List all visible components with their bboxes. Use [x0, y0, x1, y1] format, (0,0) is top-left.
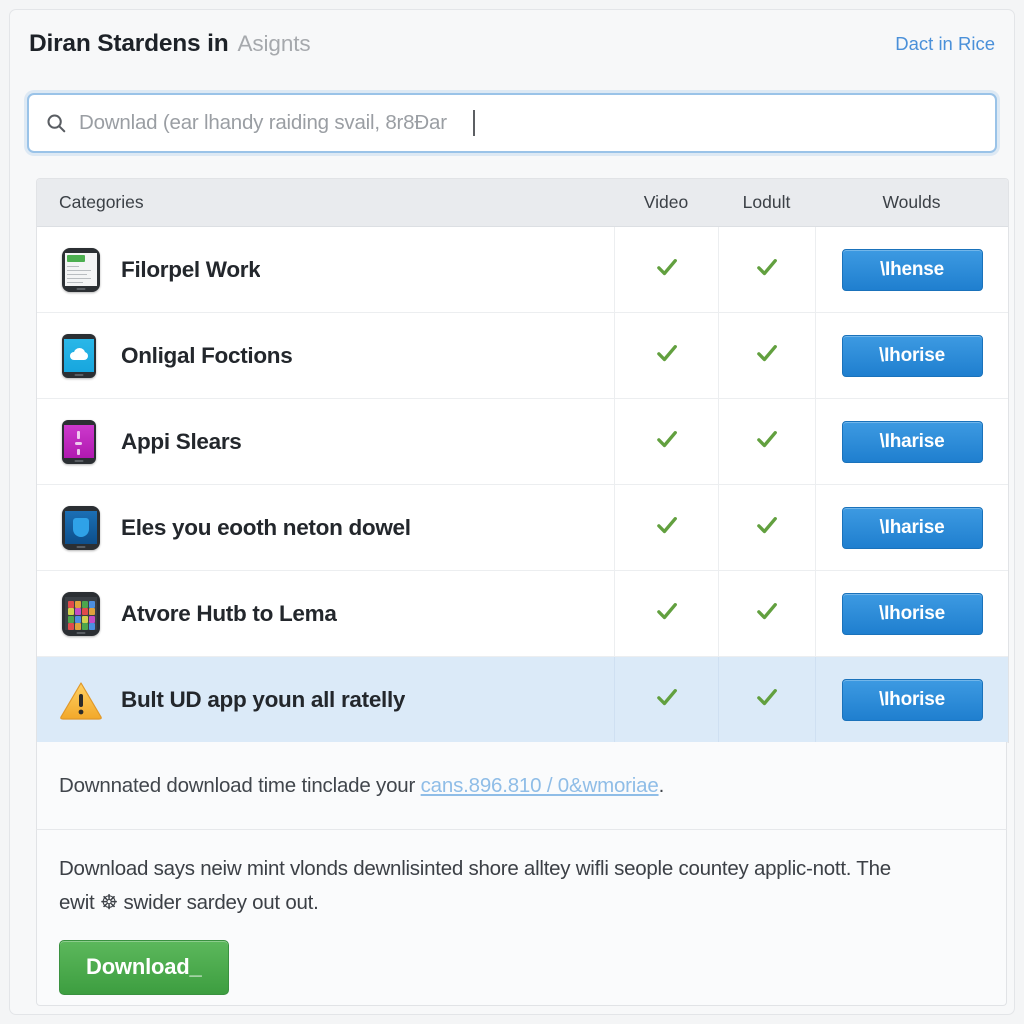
check-icon: [754, 512, 780, 543]
row-action-button[interactable]: \Ihorise: [841, 678, 983, 721]
row-icon-wrap: [59, 591, 100, 636]
page-title-sub: Asignts: [237, 31, 311, 56]
page-root: Diran Stardens in Asignts Dact in Rice D…: [0, 0, 1024, 1024]
check-icon: [654, 684, 680, 715]
row-video-cell: [614, 399, 718, 484]
column-header-video: Video: [643, 192, 689, 212]
check-icon: [754, 684, 780, 715]
row-lodult-cell: [718, 313, 815, 398]
search-row: Downlad (ear lhandy raiding svail, 8r8Ða…: [27, 93, 997, 153]
row-video-cell: [614, 571, 718, 656]
page-title: Diran Stardens in Asignts: [29, 30, 311, 58]
row-action-button[interactable]: \Ihense: [841, 248, 983, 291]
check-icon: [654, 512, 680, 543]
device-shield-icon: [62, 505, 100, 550]
row-action-button[interactable]: \Iharise: [841, 506, 983, 549]
row-action-cell: \Ihorise: [815, 313, 1008, 398]
download-button[interactable]: Download_: [59, 940, 229, 995]
row-lodult-cell: [718, 657, 815, 742]
search-icon: [45, 112, 67, 134]
check-icon: [754, 340, 780, 371]
row-icon-wrap: [59, 505, 100, 550]
row-action-cell: \Ihorise: [815, 657, 1008, 742]
row-lodult-cell: [718, 571, 815, 656]
check-icon: [654, 426, 680, 457]
table-header-row: Categories Video Lodult Woulds: [37, 179, 1008, 227]
row-action-cell: \Ihorise: [815, 571, 1008, 656]
note1-suffix: .: [658, 773, 665, 797]
download-time-note: Downnated download time tinclade your ca…: [36, 742, 1007, 830]
column-header-lodult: Lodult: [742, 192, 791, 212]
row-action-cell: \Iharise: [815, 485, 1008, 570]
check-icon: [654, 598, 680, 629]
categories-table: Categories Video Lodult Woulds Filorpel …: [36, 178, 1009, 743]
row-category-cell: Onligal Foctions: [37, 313, 614, 398]
row-category-cell: Bult UD app youn all ratelly: [37, 657, 614, 742]
main-card: Diran Stardens in Asignts Dact in Rice D…: [9, 9, 1015, 1015]
row-label: Appi Slears: [121, 428, 242, 454]
row-icon-wrap: [59, 333, 99, 378]
table-row[interactable]: Atvore Hutb to Lema \Ihorise: [37, 571, 1008, 657]
header: Diran Stardens in Asignts Dact in Rice: [10, 10, 1014, 78]
column-header-categories: Categories: [59, 192, 144, 212]
download-description-text: Download says neiw mint vlonds dewnlisin…: [59, 852, 984, 920]
row-icon-wrap: [59, 678, 102, 722]
row-action-cell: \Iharise: [815, 399, 1008, 484]
row-label: Atvore Hutb to Lema: [121, 600, 337, 626]
row-video-cell: [614, 313, 718, 398]
row-label: Filorpel Work: [121, 256, 261, 282]
check-icon: [754, 254, 780, 285]
row-lodult-cell: [718, 227, 815, 312]
table-row[interactable]: Eles you eooth neton dowel \Iharise: [37, 485, 1008, 571]
device-pink-icon: [62, 419, 96, 464]
note2-line2: ewit ☸ swider sardey out out.: [59, 891, 319, 914]
warning-triangle-icon: [59, 680, 103, 720]
row-action-button[interactable]: \Ihorise: [841, 592, 983, 635]
check-icon: [654, 340, 680, 371]
header-action-link[interactable]: Dact in Rice: [895, 33, 995, 55]
row-video-cell: [614, 485, 718, 570]
page-title-main: Diran Stardens in: [29, 30, 229, 57]
text-caret: [472, 110, 475, 136]
check-icon: [754, 598, 780, 629]
download-time-note-text: Downnated download time tinclade your ca…: [59, 774, 664, 798]
device-cloud-icon: [62, 333, 96, 378]
column-header-woulds: Woulds: [882, 192, 941, 212]
row-lodult-cell: [718, 399, 815, 484]
download-description-block: Download says neiw mint vlonds dewnlisin…: [36, 830, 1007, 1006]
check-icon: [754, 426, 780, 457]
row-category-cell: Eles you eooth neton dowel: [37, 485, 614, 570]
note1-prefix: Downnated download time tinclade your: [59, 773, 421, 797]
table-row[interactable]: Onligal Foctions \Ihorise: [37, 313, 1008, 399]
note1-link[interactable]: cans.896.810 / 0&wmoriae: [421, 774, 659, 797]
table-body: Filorpel Work \Ihense Onligal Foctions \Iho…: [37, 227, 1008, 743]
device-document-icon: [62, 247, 100, 292]
table-row[interactable]: Bult UD app youn all ratelly \Ihorise: [37, 657, 1008, 743]
device-apps-icon: [62, 591, 100, 636]
row-label: Onligal Foctions: [121, 342, 293, 368]
row-label: Eles you eooth neton dowel: [121, 514, 411, 540]
search-input[interactable]: Downlad (ear lhandy raiding svail, 8r8Ða…: [27, 93, 997, 153]
check-icon: [654, 254, 680, 285]
search-placeholder-text: Downlad (ear lhandy raiding svail, 8r8Ða…: [79, 111, 447, 134]
note2-line1: Download says neiw mint vlonds dewnlisin…: [59, 857, 891, 880]
row-lodult-cell: [718, 485, 815, 570]
row-video-cell: [614, 227, 718, 312]
row-label: Bult UD app youn all ratelly: [121, 686, 406, 712]
row-category-cell: Appi Slears: [37, 399, 614, 484]
row-action-button[interactable]: \Iharise: [841, 420, 983, 463]
table-row[interactable]: Filorpel Work \Ihense: [37, 227, 1008, 313]
row-action-cell: \Ihense: [815, 227, 1008, 312]
row-video-cell: [614, 657, 718, 742]
table-row[interactable]: Appi Slears \Iharise: [37, 399, 1008, 485]
row-category-cell: Atvore Hutb to Lema: [37, 571, 614, 656]
row-category-cell: Filorpel Work: [37, 227, 614, 312]
row-icon-wrap: [59, 419, 99, 464]
row-action-button[interactable]: \Ihorise: [841, 334, 983, 377]
row-icon-wrap: [59, 247, 100, 292]
